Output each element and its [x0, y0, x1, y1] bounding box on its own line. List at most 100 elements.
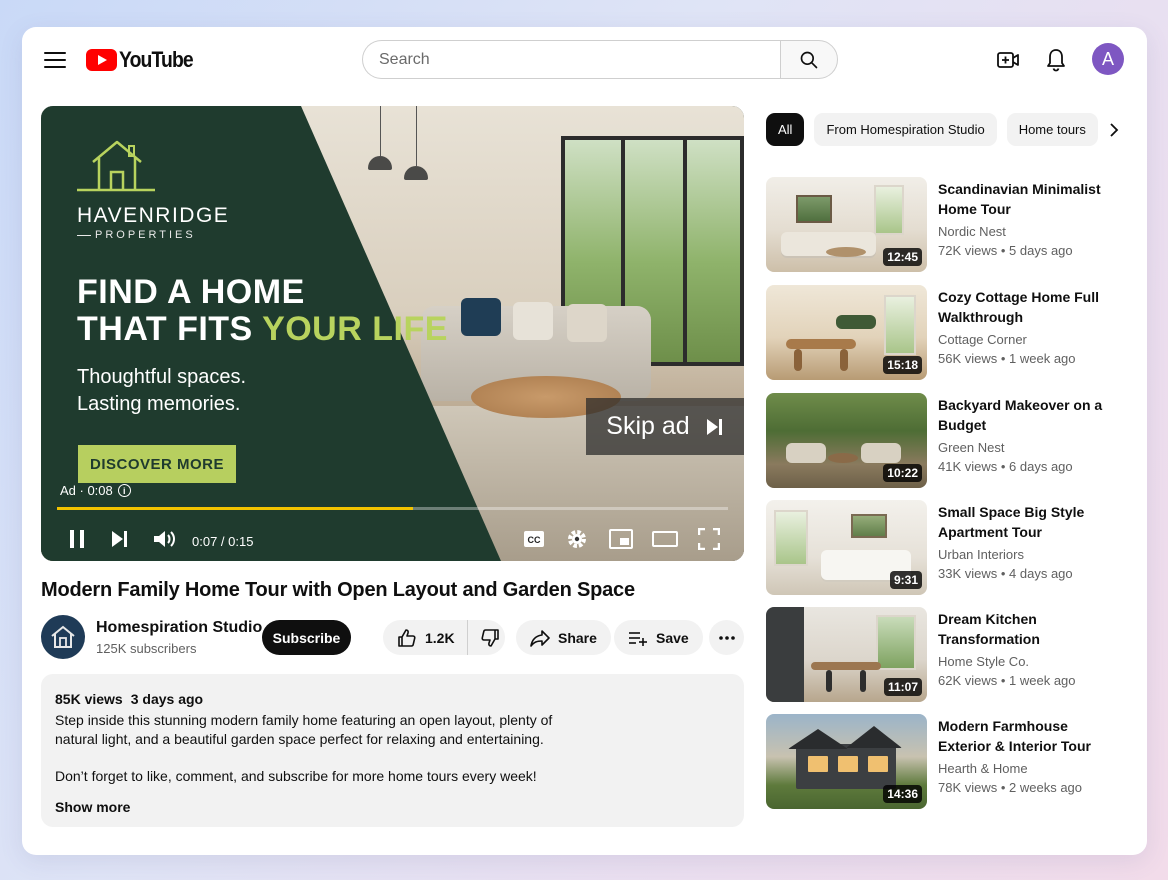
video-title: Modern Family Home Tour with Open Layout… [41, 579, 635, 601]
create-button[interactable] [995, 47, 1021, 73]
next-button[interactable] [105, 524, 135, 554]
rec-duration: 14:36 [883, 785, 922, 803]
rec-thumbnail[interactable]: 9:31 [766, 500, 927, 595]
subscribe-button[interactable]: Subscribe [262, 620, 351, 655]
chevron-right-icon [1110, 122, 1119, 137]
share-icon [530, 629, 550, 647]
fullscreen-button[interactable] [694, 524, 724, 554]
search-bar [362, 40, 838, 79]
create-video-icon [997, 52, 1019, 68]
progress-fill [57, 507, 413, 510]
rec-thumbnail[interactable]: 14:36 [766, 714, 927, 809]
user-avatar[interactable]: A [1092, 43, 1124, 75]
rec-channel[interactable]: Nordic Nest [938, 224, 1006, 239]
progress-bar[interactable] [57, 507, 728, 510]
search-input[interactable] [362, 40, 780, 79]
ad-headline: FIND A HOME THAT FITS YOUR LIFE [77, 273, 448, 348]
chip-home-tours[interactable]: Home tours [1006, 113, 1098, 146]
description-box[interactable]: 85K views 3 days ago Step inside this stu… [41, 674, 744, 827]
rec-meta: 78K views • 2 weeks ago [938, 780, 1083, 795]
youtube-window: YouTube A [22, 27, 1147, 855]
rec-item[interactable]: 10:22 Backyard Makeover on a Budget Gree… [766, 393, 1126, 489]
rec-item[interactable]: 12:45 Scandinavian Minimalist Home Tour … [766, 177, 1126, 273]
chip-from-channel[interactable]: From Homespiration Studio [814, 113, 997, 146]
discover-more-button[interactable]: DISCOVER MORE [78, 445, 236, 483]
rec-channel[interactable]: Hearth & Home [938, 761, 1028, 776]
rec-duration: 12:45 [883, 248, 922, 266]
more-actions-button[interactable] [709, 620, 744, 655]
rec-duration: 15:18 [883, 356, 922, 374]
miniplayer-button[interactable] [606, 524, 636, 554]
skip-next-icon [706, 418, 722, 435]
description-text-2: Don’t forget to like, comment, and subsc… [55, 768, 537, 784]
player-controls: 0:07 / 0:15 CC [41, 516, 744, 561]
theater-icon [652, 531, 678, 547]
fullscreen-icon [698, 528, 720, 550]
search-icon [800, 51, 818, 68]
rec-thumbnail[interactable]: 12:45 [766, 177, 927, 272]
ad-info-icon[interactable]: i [117, 484, 131, 497]
pause-button[interactable] [62, 524, 92, 554]
gear-icon [568, 530, 586, 548]
add-to-playlist-icon [629, 631, 647, 646]
thumbs-up-icon [398, 628, 416, 647]
pause-icon [70, 530, 84, 548]
rec-channel[interactable]: Green Nest [938, 440, 1004, 455]
miniplayer-icon [609, 529, 633, 549]
like-count: 1.2K [425, 629, 455, 646]
rec-title[interactable]: Small Space Big Style Apartment Tour [938, 502, 1108, 542]
volume-button[interactable] [149, 524, 179, 554]
channel-avatar[interactable] [41, 615, 85, 659]
rec-thumbnail[interactable]: 11:07 [766, 607, 927, 702]
skip-ad-button[interactable]: Skip ad [586, 398, 744, 455]
show-more-button[interactable]: Show more [55, 798, 130, 817]
logo-text: YouTube [119, 47, 194, 72]
svg-text:CC: CC [528, 535, 541, 545]
video-player[interactable]: HAVENRIDGE PROPERTIES FIND A HOME THAT F… [41, 106, 744, 561]
rec-title[interactable]: Cozy Cottage Home Full Walkthrough [938, 287, 1108, 327]
chips-next-button[interactable] [1102, 113, 1126, 146]
ad-tagline: Thoughtful spaces. Lasting memories. [77, 366, 246, 415]
share-button[interactable]: Share [516, 620, 611, 655]
rec-duration: 10:22 [883, 464, 922, 482]
theater-mode-button[interactable] [650, 524, 680, 554]
chip-all[interactable]: All [766, 113, 805, 146]
rec-item[interactable]: 9:31 Small Space Big Style Apartment Tou… [766, 500, 1126, 596]
rec-thumbnail[interactable]: 15:18 [766, 285, 927, 380]
rec-meta: 33K views • 4 days ago [938, 566, 1073, 581]
menu-icon[interactable] [44, 52, 66, 68]
more-horizontal-icon [718, 635, 735, 640]
rec-meta: 41K views • 6 days ago [938, 459, 1073, 474]
house-logo-icon [77, 140, 155, 192]
search-button[interactable] [780, 40, 838, 79]
rec-title[interactable]: Scandinavian Minimalist Home Tour [938, 179, 1108, 219]
channel-name[interactable]: Homespiration Studio [96, 619, 262, 637]
youtube-play-icon [86, 49, 117, 71]
captions-button[interactable]: CC [519, 524, 549, 554]
save-button[interactable]: Save [614, 620, 703, 655]
description-meta: 85K views 3 days ago [55, 691, 204, 707]
rec-meta: 62K views • 1 week ago [938, 673, 1076, 688]
rec-title[interactable]: Modern Farmhouse Exterior & Interior Tou… [938, 716, 1108, 756]
rec-item[interactable]: 15:18 Cozy Cottage Home Full Walkthrough… [766, 285, 1126, 381]
bell-icon [1047, 49, 1065, 72]
ad-countdown: Ad · 0:08 i [60, 483, 131, 498]
settings-button[interactable] [562, 524, 592, 554]
rec-duration: 11:07 [883, 678, 922, 696]
youtube-logo[interactable]: YouTube [86, 47, 203, 73]
rec-title[interactable]: Backyard Makeover on a Budget [938, 395, 1108, 435]
subscriber-count: 125K subscribers [96, 641, 197, 656]
volume-icon [154, 531, 175, 547]
like-button[interactable]: 1.2K [383, 620, 468, 655]
thumbs-down-icon [481, 628, 499, 647]
notifications-button[interactable] [1043, 47, 1069, 73]
rec-thumbnail[interactable]: 10:22 [766, 393, 927, 488]
rec-title[interactable]: Dream Kitchen Transformation [938, 609, 1108, 649]
dislike-button[interactable] [468, 620, 514, 655]
rec-channel[interactable]: Cottage Corner [938, 332, 1027, 347]
rec-channel[interactable]: Home Style Co. [938, 654, 1029, 669]
rec-item[interactable]: 11:07 Dream Kitchen Transformation Home … [766, 607, 1126, 703]
rec-channel[interactable]: Urban Interiors [938, 547, 1024, 562]
rec-meta: 72K views • 5 days ago [938, 243, 1073, 258]
rec-item[interactable]: 14:36 Modern Farmhouse Exterior & Interi… [766, 714, 1126, 810]
